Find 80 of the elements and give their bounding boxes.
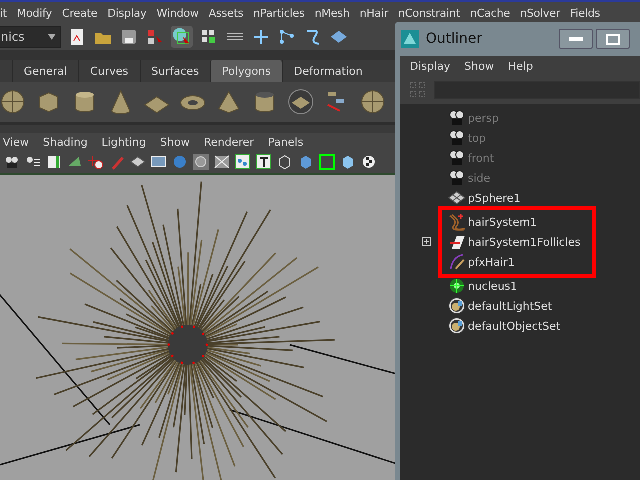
outliner-menu-item[interactable]: Display: [410, 60, 451, 78]
camera-icon: [448, 129, 466, 147]
panel-menu-item[interactable]: Shading: [43, 136, 88, 148]
outliner-row[interactable]: pfxHair1: [442, 252, 592, 272]
outliner-item[interactable]: hairSystem1: [468, 216, 538, 228]
snap-point-icon[interactable]: [251, 27, 271, 47]
outliner-item[interactable]: nucleus1: [468, 280, 518, 292]
panel-menu-item[interactable]: View: [3, 136, 30, 148]
outliner-row[interactable]: pSphere1: [400, 188, 640, 208]
set-icon: [448, 317, 466, 335]
camera-icon: [448, 169, 466, 187]
caret-icon: [47, 34, 57, 40]
select-hierarchy-icon[interactable]: [145, 27, 165, 47]
menu-item[interactable]: nSolver: [520, 6, 560, 20]
menu-item[interactable]: nHair: [360, 6, 388, 20]
set-icon: [448, 297, 466, 315]
menu-item[interactable]: nConstraint: [398, 6, 460, 20]
camera-icon[interactable]: [4, 154, 20, 170]
snap-curve-icon[interactable]: [277, 27, 297, 47]
shelf-tab[interactable]: Polygons: [210, 60, 282, 82]
filter-icon: [408, 80, 428, 100]
panel-menu-item[interactable]: Renderer: [204, 136, 254, 148]
components-icon[interactable]: [235, 154, 251, 170]
menu-set-dropdown[interactable]: nics: [0, 26, 61, 48]
pyramid-icon[interactable]: [216, 89, 242, 115]
menu-item[interactable]: Fields: [570, 6, 600, 20]
panel-menu-item[interactable]: Panels: [268, 136, 304, 148]
outliner-row[interactable]: nucleus1: [400, 276, 640, 296]
textured-icon[interactable]: [319, 154, 335, 170]
camera-icon: [448, 109, 466, 127]
shaded-cube-icon[interactable]: [298, 154, 314, 170]
grab-icon[interactable]: [88, 154, 104, 170]
circle-icon[interactable]: [193, 154, 209, 170]
outliner-row[interactable]: defaultLightSet: [400, 296, 640, 316]
save-icon[interactable]: [119, 27, 139, 47]
outliner-item[interactable]: defaultLightSet: [468, 300, 552, 312]
wireframe-grid-icon[interactable]: [130, 154, 146, 170]
film-icon[interactable]: [151, 154, 167, 170]
grid-plane-icon[interactable]: [288, 89, 314, 115]
wire-cube-icon[interactable]: [277, 154, 293, 170]
expand-icon[interactable]: [422, 237, 431, 246]
select-object-icon[interactable]: [171, 26, 193, 48]
camera-icon: [448, 149, 466, 167]
outliner-menu-item[interactable]: Show: [464, 60, 494, 78]
menu-item[interactable]: Window: [156, 6, 199, 20]
cube-icon[interactable]: [340, 154, 356, 170]
bookmark-icon[interactable]: [46, 154, 62, 170]
menu-item[interactable]: nMesh: [314, 6, 350, 20]
sphere-icon[interactable]: [0, 89, 26, 115]
maximize-button[interactable]: [596, 29, 630, 49]
outliner-item[interactable]: hairSystem1Follicles: [468, 236, 581, 248]
menu-item[interactable]: it: [0, 6, 7, 20]
outliner-item[interactable]: pSphere1: [468, 192, 521, 204]
outliner-item[interactable]: defaultObjectSet: [468, 320, 561, 332]
menu-item[interactable]: Assets: [208, 6, 244, 20]
hair-curve-icon: [448, 213, 466, 231]
follicle-icon: [448, 233, 466, 251]
maximize-icon: [606, 34, 620, 44]
menu-item[interactable]: Display: [108, 6, 147, 20]
menu-item[interactable]: Create: [62, 6, 98, 20]
sphere-icon[interactable]: [360, 89, 386, 115]
mesh-icon: [448, 189, 466, 207]
panel-menu-item[interactable]: Lighting: [102, 136, 146, 148]
text-icon[interactable]: [256, 154, 272, 170]
outliner-item[interactable]: pfxHair1: [468, 256, 515, 268]
app-logo-icon: [400, 29, 420, 49]
minimize-button[interactable]: [559, 29, 593, 49]
outliner-menu-item[interactable]: Help: [508, 60, 534, 78]
checker-ball-icon[interactable]: [361, 154, 377, 170]
menu-item[interactable]: nCache: [470, 6, 510, 20]
minimize-icon: [569, 37, 583, 41]
panel-menu-item[interactable]: Show: [160, 136, 190, 148]
outliner-row[interactable]: defaultObjectSet: [400, 316, 640, 336]
wire-box-icon[interactable]: [214, 154, 230, 170]
menu-item[interactable]: nParticles: [254, 6, 305, 20]
brush-stroke-icon: [448, 253, 466, 271]
nucleus-icon: [448, 277, 466, 295]
menu-item[interactable]: Modify: [16, 6, 52, 20]
outliner-row[interactable]: hairSystem1: [442, 212, 592, 232]
window-title: Outliner: [426, 31, 482, 47]
